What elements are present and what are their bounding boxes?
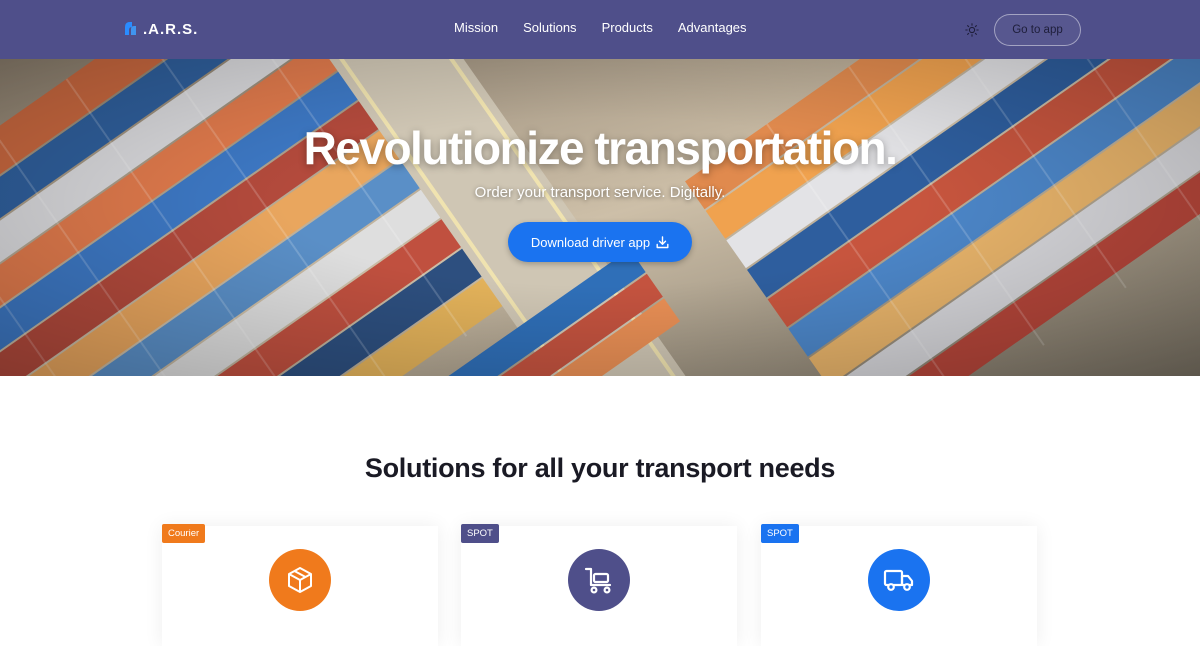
truck-icon (868, 549, 930, 611)
hero-section: Revolutionize transportation. Order your… (0, 59, 1200, 376)
theme-toggle-button[interactable] (962, 20, 982, 40)
download-driver-app-button[interactable]: Download driver app (508, 222, 692, 262)
download-icon (656, 235, 669, 248)
logo-mark-icon (125, 22, 136, 35)
hero-background-image (0, 59, 1200, 376)
cart-icon (568, 549, 630, 611)
main-menu: Mission Solutions Products Advantages (454, 20, 772, 35)
go-to-app-button[interactable]: Go to app (994, 14, 1081, 46)
brand-name: .A.R.S. (143, 20, 199, 38)
nav-link-solutions[interactable]: Solutions (523, 20, 576, 35)
card-badge: SPOT (761, 524, 799, 543)
nav-link-mission[interactable]: Mission (454, 20, 498, 35)
solution-card-spot-truck[interactable]: SPOT (761, 524, 1037, 646)
download-button-label: Download driver app (530, 234, 651, 250)
solution-card-courier[interactable]: Courier (162, 524, 438, 646)
package-icon (269, 549, 331, 611)
nav-link-products[interactable]: Products (602, 20, 653, 35)
hero-subtitle: Order your transport service. Digitally. (474, 184, 726, 201)
nav-link-advantages[interactable]: Advantages (678, 20, 747, 35)
solution-card-spot-cart[interactable]: SPOT (461, 524, 737, 646)
top-navbar: .A.R.S. Mission Solutions Products Advan… (0, 0, 1200, 59)
sun-icon (965, 23, 979, 37)
brand-logo[interactable]: .A.R.S. (122, 19, 198, 39)
card-badge: SPOT (461, 524, 499, 543)
solutions-section-title: Solutions for all your transport needs (364, 453, 836, 483)
hero-title: Revolutionize transportation. (303, 122, 898, 174)
card-badge: Courier (162, 524, 206, 543)
